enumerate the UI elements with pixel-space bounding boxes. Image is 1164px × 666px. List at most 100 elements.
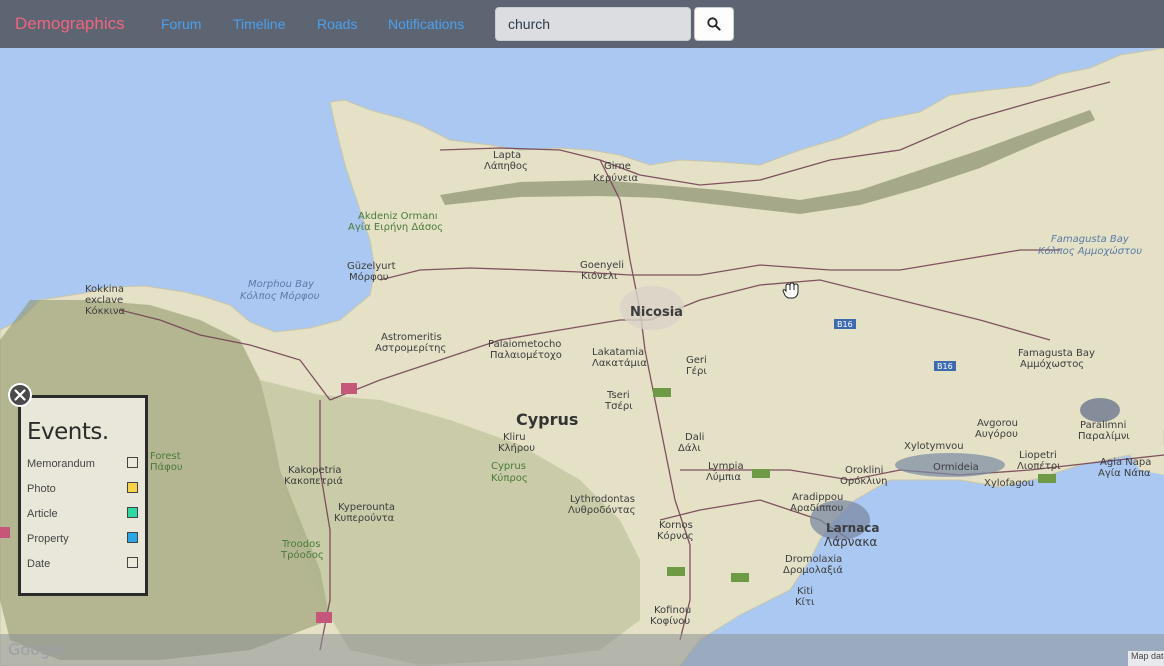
map-label-lapithos: Λάπηθος (484, 160, 528, 172)
map-label-liopetri-gr: Λιοπέτρι (1017, 460, 1061, 472)
map-view[interactable]: Lapta Λάπηθος Girne Κερύνεια Akdeniz Orm… (0, 48, 1164, 666)
search-icon (707, 17, 721, 31)
map-label-ormideia: Ormideia (933, 462, 979, 473)
map-label-b16-b: B16 (937, 362, 953, 371)
map-label-palaiometocho: Palaiometocho (488, 339, 561, 350)
nav-notifications[interactable]: Notifications (388, 16, 464, 32)
map-label-paralimni-gr: Παραλίμνι (1078, 430, 1130, 442)
map-label-avgorou-gr: Αυγόρου (975, 428, 1018, 440)
map-label-xylofagou: Xylofagou (984, 478, 1034, 489)
map-label-kokkina-3: Κόκκινα (85, 305, 125, 317)
map-label-kliru-gr: Κλήρου (498, 442, 535, 454)
map-label-morphou-bay: Morphou Bay (248, 279, 315, 290)
search-button[interactable] (694, 7, 734, 41)
google-logo: Google (8, 640, 65, 659)
map-label-kyperounta: Kyperounta (338, 502, 395, 513)
event-checkbox-property[interactable] (127, 532, 138, 543)
map-label-kornos-gr: Κόρνος (657, 530, 694, 542)
map-label-kokkina-1: Kokkina (85, 284, 124, 295)
event-checkbox-date[interactable] (127, 557, 138, 568)
event-label-article: Article (27, 508, 58, 520)
event-item-property[interactable]: Property (27, 531, 141, 549)
map-label-avgorou: Avgorou (977, 418, 1018, 429)
event-item-memorandum[interactable]: Memorandum (27, 456, 141, 474)
map-label-kakopetria: Kakopetria (288, 465, 342, 476)
map-label-pafou: Πάφου (150, 461, 183, 473)
event-checkbox-memorandum[interactable] (127, 457, 138, 468)
events-title: Events. (27, 419, 109, 445)
map-label-dromolaxia-gr: Δρομολαξιά (783, 564, 843, 576)
event-label-property: Property (27, 533, 69, 545)
map-label-geri-gr: Γέρι (686, 365, 707, 377)
close-events-button[interactable] (8, 383, 32, 407)
event-label-photo: Photo (27, 483, 56, 495)
event-label-memorandum: Memorandum (27, 458, 95, 470)
map-label-kofinou: Kofinou (654, 605, 691, 616)
map-label-paralimni: Paralimni (1080, 420, 1126, 431)
map-label-famagusta-bay-2: Famagusta Bay (1018, 348, 1095, 359)
map-label-lapta: Lapta (493, 150, 521, 161)
map-label-larnaca: Larnaca (826, 521, 880, 535)
map-label-keryneia: Κερύνεια (593, 172, 638, 184)
map-label-kliru: Kliru (503, 432, 526, 443)
brand-link[interactable]: Demographics (15, 14, 125, 34)
event-item-date[interactable]: Date (27, 556, 141, 574)
map-label-tseri: Tseri (606, 390, 630, 401)
map-label-lympia: Lympia (708, 461, 744, 472)
map-footer-bar (0, 634, 1164, 666)
map-label-astromeritis-gr: Αστρομερίτης (375, 342, 446, 354)
map-label-kofinou-gr: Κοφίνου (650, 615, 690, 627)
map-label-aradippou: Aradippou (792, 492, 843, 503)
map-label-b16-a: B16 (837, 320, 853, 329)
map-label-kornos: Kornos (659, 520, 693, 531)
map-label-larnaca-gr: Λάρνακα (824, 535, 877, 549)
nav-roads[interactable]: Roads (317, 16, 357, 32)
map-label-famagusta-bay-2-gr: Αμμόχωστος (1020, 358, 1084, 370)
nav-timeline[interactable]: Timeline (233, 16, 285, 32)
map-label-oroklini-gr: Ορόκλινη (840, 475, 887, 487)
map-label-kokkina-2: exclave (85, 295, 123, 306)
map-label-nicosia: Nicosia (630, 305, 683, 320)
map-label-gonyeli-gr: Κιόνελι (581, 270, 618, 282)
map-data-link[interactable]: Map data (1128, 651, 1164, 666)
map-label-palaiometocho-gr: Παλαιομέτοχο (490, 349, 562, 361)
map-label-tseri-gr: Τσέρι (604, 400, 633, 412)
map-label-forest: Forest (150, 451, 181, 462)
event-item-article[interactable]: Article (27, 506, 141, 524)
map-label-cyprus: Cyprus (516, 410, 578, 429)
navbar: Demographics Forum Timeline Roads Notifi… (0, 0, 1164, 48)
event-item-photo[interactable]: Photo (27, 481, 141, 499)
map-label-geri: Geri (686, 355, 707, 366)
close-icon (14, 389, 26, 401)
map-label-agia-napa-gr: Αγία Νάπα (1098, 467, 1151, 479)
search-input[interactable] (495, 7, 691, 41)
map-label-lakatamia: Lakatamia (592, 347, 644, 358)
event-checkbox-photo[interactable] (127, 482, 138, 493)
map-label-xylotymvou: Xylotymvou (904, 441, 964, 452)
map-label-agia-eirini: Αγία Ειρήνη Δάσος (348, 221, 443, 233)
map-label-goenyeli: Goenyeli (580, 260, 624, 271)
map-label-astromeritis: Astromeritis (381, 332, 442, 343)
map-label-liopetri: Liopetri (1019, 450, 1057, 461)
map-label-lythrodontas: Lythrodontas (570, 494, 635, 505)
nav-forum[interactable]: Forum (161, 16, 201, 32)
map-label-dromolaxia: Dromolaxia (785, 554, 842, 565)
map-label-guzelyurt: Güzelyurt (347, 261, 396, 272)
map-label-lympia-gr: Λύμπια (706, 471, 741, 483)
map-label-lakatamia-gr: Λακατάμια (592, 357, 647, 369)
map-label-dali: Dali (685, 432, 704, 443)
map-label-oroklini: Oroklini (845, 465, 883, 476)
map-label-cyprus-2-gr: Κύπρος (491, 472, 528, 484)
map-label-morfou: Μόρφου (349, 271, 389, 283)
events-panel: Events. Memorandum Photo Article Propert… (18, 395, 148, 596)
map-label-morphou-bay-gr: Κόλπος Μόρφου (240, 290, 320, 302)
map-label-akdeniz: Akdeniz Ormanı (358, 211, 437, 222)
map-canvas[interactable]: Lapta Λάπηθος Girne Κερύνεια Akdeniz Orm… (0, 48, 1164, 666)
event-label-date: Date (27, 558, 51, 570)
map-label-lythrodontas-gr: Λυθροδόντας (568, 504, 636, 516)
map-label-aradippou-gr: Αραδίππου (790, 502, 843, 514)
map-label-girne: Girne (604, 161, 631, 172)
event-checkbox-article[interactable] (127, 507, 138, 518)
map-label-agia-napa: Agia Napa (1100, 457, 1151, 468)
map-label-troodos-gr: Τρόοδος (280, 549, 324, 561)
